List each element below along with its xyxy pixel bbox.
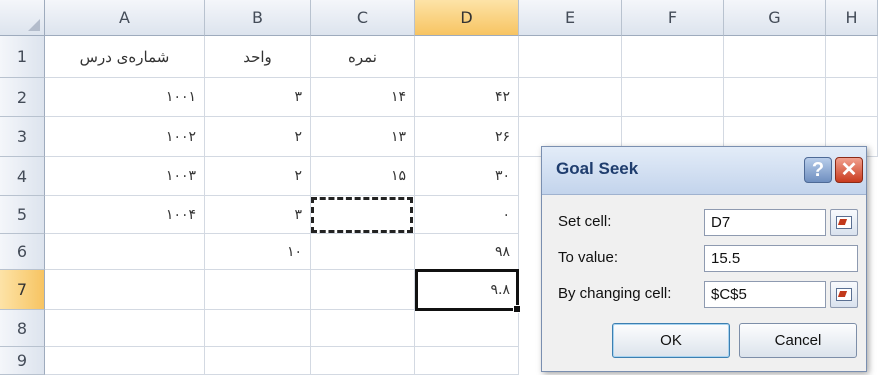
cell-b2[interactable]: ۳	[205, 78, 311, 117]
cell-a3[interactable]: ۱۰۰۲	[45, 117, 205, 157]
dialog-title: Goal Seek	[556, 159, 639, 178]
column-header-h[interactable]: H	[826, 0, 878, 36]
cell-c1[interactable]: نمره	[311, 36, 415, 78]
cell-f1[interactable]	[622, 36, 724, 78]
active-cell-d7[interactable]	[415, 269, 521, 313]
cell-a7[interactable]	[45, 270, 205, 310]
help-button[interactable]: ?	[804, 157, 832, 183]
cell-d5[interactable]: ۰	[415, 196, 519, 234]
cell-c9[interactable]	[311, 347, 415, 375]
set-cell-collapse-button[interactable]	[830, 209, 858, 236]
set-cell-label: Set cell:	[558, 213, 612, 230]
cell-b3[interactable]: ۲	[205, 117, 311, 157]
cell-g2[interactable]	[724, 78, 826, 117]
select-all-triangle-icon	[28, 19, 40, 31]
cell-e1[interactable]	[519, 36, 622, 78]
changing-cell-input[interactable]: $C$5	[704, 281, 826, 308]
cell-c8[interactable]	[311, 310, 415, 347]
cell-d8[interactable]	[415, 310, 519, 347]
cell-b1[interactable]: واحد	[205, 36, 311, 78]
column-header-g[interactable]: G	[724, 0, 826, 36]
cell-h1[interactable]	[826, 36, 878, 78]
cell-c2[interactable]: ۱۴	[311, 78, 415, 117]
goal-seek-dialog: Goal Seek ? ✕ Set cell: D7 To value: 15.…	[541, 146, 867, 372]
cell-f2[interactable]	[622, 78, 724, 117]
changing-cell-collapse-button[interactable]	[830, 281, 858, 308]
row-header-7[interactable]: 7	[0, 270, 45, 310]
cell-a4[interactable]: ۱۰۰۳	[45, 157, 205, 196]
cell-d9[interactable]	[415, 347, 519, 375]
fill-handle[interactable]	[513, 305, 521, 313]
cell-a9[interactable]	[45, 347, 205, 375]
reference-marquee-c5	[311, 197, 413, 233]
cell-b8[interactable]	[205, 310, 311, 347]
cell-b5[interactable]: ۳	[205, 196, 311, 234]
column-header-d[interactable]: D	[415, 0, 519, 36]
cell-b9[interactable]	[205, 347, 311, 375]
cancel-button[interactable]: Cancel	[739, 323, 857, 358]
cell-a2[interactable]: ۱۰۰۱	[45, 78, 205, 117]
cell-d2[interactable]: ۴۲	[415, 78, 519, 117]
row-header-5[interactable]: 5	[0, 196, 45, 234]
cell-b7[interactable]	[205, 270, 311, 310]
row-header-3[interactable]: 3	[0, 117, 45, 157]
cell-d1[interactable]	[415, 36, 519, 78]
ok-button[interactable]: OK	[612, 323, 730, 358]
cell-d4[interactable]: ۳۰	[415, 157, 519, 196]
row-header-8[interactable]: 8	[0, 310, 45, 347]
row-header-4[interactable]: 4	[0, 157, 45, 196]
cell-b6[interactable]: ۱۰	[205, 234, 311, 270]
cell-d3[interactable]: ۲۶	[415, 117, 519, 157]
changing-cell-label: By changing cell:	[558, 285, 672, 302]
column-header-f[interactable]: F	[622, 0, 724, 36]
cell-c4[interactable]: ۱۵	[311, 157, 415, 196]
cell-b4[interactable]: ۲	[205, 157, 311, 196]
row-header-6[interactable]: 6	[0, 234, 45, 270]
row-header-1[interactable]: 1	[0, 36, 45, 78]
cell-g1[interactable]	[724, 36, 826, 78]
close-button[interactable]: ✕	[835, 157, 863, 183]
cell-a8[interactable]	[45, 310, 205, 347]
cell-a6[interactable]	[45, 234, 205, 270]
to-value-label: To value:	[558, 249, 619, 266]
row-header-9[interactable]: 9	[0, 347, 45, 375]
column-header-c[interactable]: C	[311, 0, 415, 36]
cell-c6[interactable]	[311, 234, 415, 270]
column-header-e[interactable]: E	[519, 0, 622, 36]
cell-a5[interactable]: ۱۰۰۴	[45, 196, 205, 234]
to-value-input[interactable]: 15.5	[704, 245, 858, 272]
select-all-corner[interactable]	[0, 0, 45, 36]
dialog-title-bar[interactable]: Goal Seek ? ✕	[542, 147, 866, 195]
cell-e2[interactable]	[519, 78, 622, 117]
cell-d6[interactable]: ۹۸	[415, 234, 519, 270]
set-cell-input[interactable]: D7	[704, 209, 826, 236]
column-header-a[interactable]: A	[45, 0, 205, 36]
cell-c7[interactable]	[311, 270, 415, 310]
column-header-b[interactable]: B	[205, 0, 311, 36]
cell-c3[interactable]: ۱۳	[311, 117, 415, 157]
row-header-2[interactable]: 2	[0, 78, 45, 117]
cell-a1[interactable]: شماره‌ی درس	[45, 36, 205, 78]
cell-h2[interactable]	[826, 78, 878, 117]
